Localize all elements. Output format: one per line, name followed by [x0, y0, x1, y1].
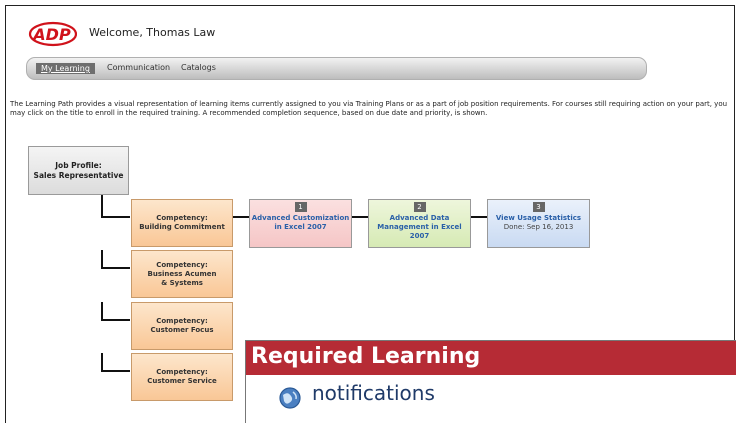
course-title-link[interactable]: Advanced Customization in Excel 2007	[250, 214, 351, 232]
nav-my-learning[interactable]: My Learning	[36, 63, 95, 74]
nav-catalogs[interactable]: Catalogs	[181, 63, 216, 72]
job-profile-title: Sales Representative	[33, 171, 124, 180]
connector-2	[101, 250, 130, 269]
course-title-link[interactable]: View Usage Statistics	[488, 214, 589, 223]
globe-icon	[279, 387, 301, 409]
course-connector-3	[471, 216, 487, 218]
course-sequence-number: 1	[294, 202, 307, 212]
panel-title: Required Learning	[251, 344, 481, 369]
competency-label: Competency:	[156, 260, 208, 269]
connector-4	[101, 353, 130, 372]
job-profile-label: Job Profile:	[55, 161, 102, 170]
course-box-2: 2 Advanced Data Management in Excel 2007	[368, 199, 471, 248]
welcome-text: Welcome, Thomas Law	[89, 26, 216, 39]
competency-label: Competency:	[156, 317, 208, 325]
required-learning-panel: Required Learning notifications	[245, 340, 736, 423]
competency-customer-service[interactable]: Competency: Customer Service	[131, 353, 233, 401]
notifications-link[interactable]: notifications	[312, 381, 435, 405]
nav-communication[interactable]: Communication	[107, 63, 170, 72]
competency-label: Competency:	[156, 214, 208, 222]
competency-name: Building Commitment	[139, 223, 225, 231]
connector-3	[101, 302, 130, 321]
course-box-3: 3 View Usage Statistics Done: Sep 16, 20…	[487, 199, 590, 248]
competency-name: Customer Focus	[150, 326, 214, 334]
main-nav: My Learning Communication Catalogs	[26, 57, 647, 80]
panel-header-bar: Required Learning	[246, 341, 736, 375]
course-title-link[interactable]: Advanced Data Management in Excel 2007	[369, 214, 470, 241]
course-connector-1	[233, 216, 249, 218]
competency-name: Customer Service	[147, 377, 217, 385]
course-sequence-number: 2	[413, 202, 426, 212]
job-profile-box: Job Profile: Sales Representative	[28, 146, 129, 195]
course-connector-2	[352, 216, 368, 218]
course-sequence-number: 3	[532, 202, 545, 212]
course-status: Done: Sep 16, 2013	[503, 223, 574, 231]
competency-label: Competency:	[156, 368, 208, 376]
connector-1	[101, 195, 130, 218]
course-box-1: 1 Advanced Customization in Excel 2007	[249, 199, 352, 248]
competency-customer-focus[interactable]: Competency: Customer Focus	[131, 302, 233, 350]
competency-business-acumen[interactable]: Competency: Business Acumen & Systems	[131, 250, 233, 298]
competency-name: Business Acumen & Systems	[147, 269, 217, 287]
svg-text:ADP: ADP	[31, 25, 71, 44]
intro-text: The Learning Path provides a visual repr…	[10, 100, 728, 117]
competency-building-commitment[interactable]: Competency: Building Commitment	[131, 199, 233, 247]
adp-logo: ADP	[27, 21, 77, 47]
